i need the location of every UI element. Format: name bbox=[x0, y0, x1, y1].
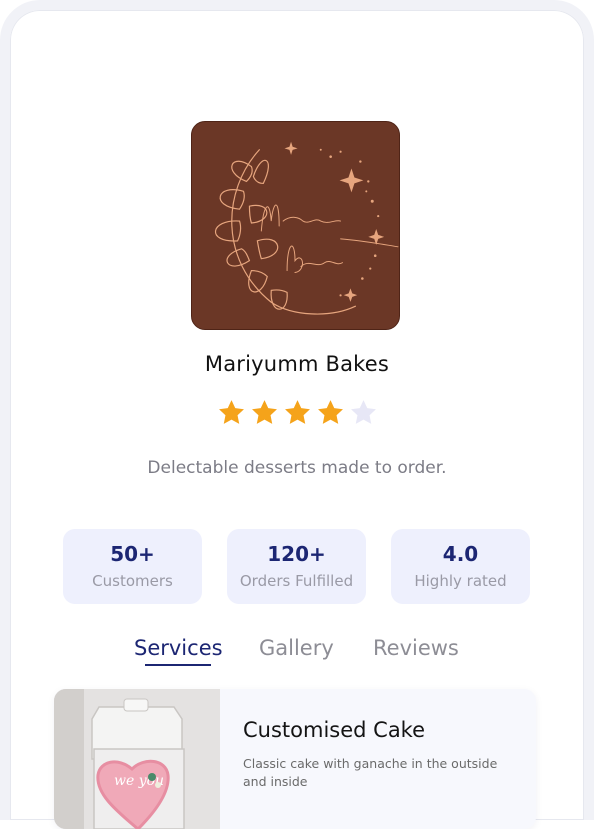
shop-logo-artwork bbox=[214, 141, 399, 315]
service-title: Customised Cake bbox=[243, 718, 426, 742]
shop-tagline: Delectable desserts made to order. bbox=[147, 458, 447, 478]
tab-services[interactable]: Services bbox=[134, 636, 223, 660]
shop-name: Mariyumm Bakes bbox=[204, 352, 390, 376]
stat-customers: 50+ Customers bbox=[63, 529, 202, 604]
star-rating bbox=[0, 398, 594, 427]
star-filled-icon bbox=[317, 400, 343, 424]
star-filled-icon bbox=[251, 400, 277, 424]
stat-value: 50+ bbox=[110, 542, 155, 566]
shop-logo bbox=[191, 121, 400, 330]
service-image: we you bbox=[54, 689, 220, 829]
stat-label: Customers bbox=[92, 572, 173, 590]
stat-value: 120+ bbox=[267, 542, 326, 566]
tab-gallery[interactable]: Gallery bbox=[259, 636, 334, 660]
cake-photo: we you bbox=[54, 689, 220, 829]
stat-value: 4.0 bbox=[442, 542, 479, 566]
stat-label: Orders Fulfilled bbox=[239, 572, 354, 590]
star-filled-icon bbox=[284, 400, 310, 424]
active-tab-indicator bbox=[145, 664, 211, 666]
stat-label: Highly rated bbox=[414, 572, 507, 590]
stat-rating: 4.0 Highly rated bbox=[391, 529, 530, 604]
stat-orders: 120+ Orders Fulfilled bbox=[227, 529, 366, 604]
service-card[interactable]: we you Customised Cake Classic cake with… bbox=[54, 689, 536, 829]
profile-tabs: Services Gallery Reviews bbox=[0, 636, 594, 672]
star-empty-icon bbox=[350, 400, 376, 424]
star-filled-icon bbox=[218, 400, 244, 424]
tab-reviews[interactable]: Reviews bbox=[373, 636, 459, 660]
service-description: Classic cake with ganache in the outside… bbox=[243, 756, 498, 789]
